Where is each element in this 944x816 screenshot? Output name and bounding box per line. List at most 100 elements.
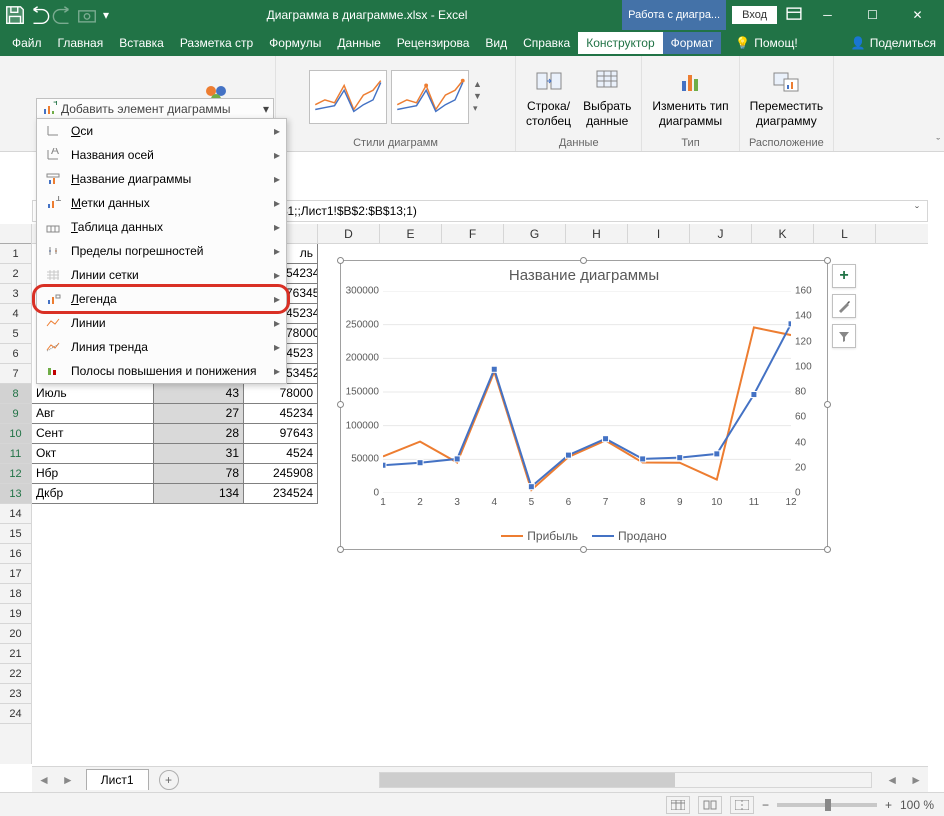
- chart-filter-icon[interactable]: [832, 324, 856, 348]
- sheet-nav-prev-icon[interactable]: ◄: [32, 773, 56, 787]
- menu-item-3[interactable]: 1Метки данных▸: [37, 191, 286, 215]
- menu-item-1[interactable]: AНазвания осей▸: [37, 143, 286, 167]
- row-header[interactable]: 14: [0, 504, 31, 524]
- tab-layout[interactable]: Разметка стр: [172, 32, 261, 54]
- cell[interactable]: 97643: [244, 424, 318, 444]
- save-icon[interactable]: [4, 4, 26, 26]
- share-button[interactable]: 👤 Поделиться: [843, 32, 944, 54]
- row-header[interactable]: 3: [0, 284, 31, 304]
- menu-item-7[interactable]: Легенда▸: [37, 287, 286, 311]
- zoom-slider[interactable]: [777, 803, 877, 807]
- row-header[interactable]: 23: [0, 684, 31, 704]
- plot-area[interactable]: 0500001000001500002000002500003000000204…: [383, 291, 791, 493]
- ribbon-display-icon[interactable]: [783, 4, 805, 26]
- row-header[interactable]: 1: [0, 244, 31, 264]
- col-header[interactable]: H: [566, 224, 628, 243]
- horizontal-scrollbar[interactable]: [379, 772, 873, 788]
- tab-home[interactable]: Главная: [50, 32, 112, 54]
- cell[interactable]: 4524: [244, 444, 318, 464]
- cell[interactable]: 234524: [244, 484, 318, 504]
- menu-item-4[interactable]: Таблица данных▸: [37, 215, 286, 239]
- menu-item-6[interactable]: Линии сетки▸: [37, 263, 286, 287]
- row-header[interactable]: 18: [0, 584, 31, 604]
- cell[interactable]: 78000: [282, 324, 318, 344]
- cell[interactable]: 43: [154, 384, 244, 404]
- add-sheet-icon[interactable]: +: [159, 770, 179, 790]
- row-header[interactable]: 9: [0, 404, 31, 424]
- row-header[interactable]: 5: [0, 324, 31, 344]
- qat-dropdown-icon[interactable]: ▾: [100, 4, 112, 26]
- cell[interactable]: 78000: [244, 384, 318, 404]
- col-header[interactable]: L: [814, 224, 876, 243]
- cell[interactable]: 4523: [282, 344, 318, 364]
- tab-review[interactable]: Рецензирова: [389, 32, 478, 54]
- zoom-level[interactable]: 100 %: [900, 798, 934, 812]
- cell[interactable]: 45234: [282, 304, 318, 324]
- sheet-nav-next-icon[interactable]: ►: [56, 773, 80, 787]
- zoom-in-icon[interactable]: +: [885, 798, 892, 812]
- tab-file[interactable]: Файл: [4, 32, 50, 54]
- row-header[interactable]: 19: [0, 604, 31, 624]
- move-chart-button[interactable]: Переместить диаграмму: [746, 63, 828, 130]
- row-header[interactable]: 8: [0, 384, 31, 404]
- cell[interactable]: 31: [154, 444, 244, 464]
- formula-input[interactable]: [188, 201, 907, 221]
- tell-me[interactable]: 💡 Помощ!: [727, 32, 805, 54]
- page-layout-view-icon[interactable]: [698, 796, 722, 814]
- style-thumb-2[interactable]: [391, 70, 469, 124]
- cell[interactable]: Нбр: [32, 464, 154, 484]
- close-button[interactable]: ✕: [895, 0, 940, 30]
- change-chart-type-button[interactable]: Изменить тип диаграммы: [648, 63, 732, 130]
- page-break-view-icon[interactable]: [730, 796, 754, 814]
- menu-item-9[interactable]: Линия тренда▸: [37, 335, 286, 359]
- row-header[interactable]: 10: [0, 424, 31, 444]
- row-header[interactable]: 12: [0, 464, 31, 484]
- row-header[interactable]: 13: [0, 484, 31, 504]
- tab-design[interactable]: Конструктор: [578, 32, 662, 54]
- tab-formulas[interactable]: Формулы: [261, 32, 329, 54]
- chart-elements-icon[interactable]: +: [832, 264, 856, 288]
- row-header[interactable]: 7: [0, 364, 31, 384]
- cell[interactable]: 27: [154, 404, 244, 424]
- scroll-left-icon[interactable]: ◄: [880, 773, 904, 787]
- row-header[interactable]: 21: [0, 644, 31, 664]
- col-header[interactable]: J: [690, 224, 752, 243]
- col-header[interactable]: I: [628, 224, 690, 243]
- tab-data[interactable]: Данные: [329, 32, 388, 54]
- tab-format[interactable]: Формат: [663, 32, 722, 54]
- camera-icon[interactable]: [76, 4, 98, 26]
- menu-item-10[interactable]: Полосы повышения и понижения▸: [37, 359, 286, 383]
- cell[interactable]: ль: [282, 244, 318, 264]
- add-chart-element-button[interactable]: + Добавить элемент диаграммы ▾: [36, 98, 274, 120]
- col-header[interactable]: E: [380, 224, 442, 243]
- cell[interactable]: 78: [154, 464, 244, 484]
- cell[interactable]: 28: [154, 424, 244, 444]
- switch-row-col-button[interactable]: Строка/ столбец: [522, 63, 575, 130]
- cell[interactable]: 245908: [244, 464, 318, 484]
- minimize-button[interactable]: ─: [805, 0, 850, 30]
- menu-item-5[interactable]: Пределы погрешностей▸: [37, 239, 286, 263]
- style-thumb-1[interactable]: [309, 70, 387, 124]
- embedded-chart[interactable]: Название диаграммы 050000100000150000200…: [340, 260, 828, 550]
- select-data-button[interactable]: Выбрать данные: [579, 63, 635, 130]
- cell[interactable]: Авг: [32, 404, 154, 424]
- maximize-button[interactable]: ☐: [850, 0, 895, 30]
- expand-formula-bar-icon[interactable]: ˇ: [907, 204, 927, 218]
- row-header[interactable]: 22: [0, 664, 31, 684]
- row-header[interactable]: 4: [0, 304, 31, 324]
- tab-help[interactable]: Справка: [515, 32, 578, 54]
- cell[interactable]: Июль: [32, 384, 154, 404]
- row-header[interactable]: 20: [0, 624, 31, 644]
- collapse-ribbon-icon[interactable]: ˇ: [936, 137, 940, 149]
- row-header[interactable]: 24: [0, 704, 31, 724]
- menu-item-8[interactable]: Линии▸: [37, 311, 286, 335]
- cell[interactable]: Дкбр: [32, 484, 154, 504]
- chart-legend[interactable]: Прибыль Продано: [341, 529, 827, 543]
- tab-view[interactable]: Вид: [477, 32, 515, 54]
- zoom-out-icon[interactable]: −: [762, 798, 769, 812]
- chart-title[interactable]: Название диаграммы: [341, 267, 827, 284]
- col-header[interactable]: D: [318, 224, 380, 243]
- row-header[interactable]: 2: [0, 264, 31, 284]
- row-header[interactable]: 15: [0, 524, 31, 544]
- normal-view-icon[interactable]: [666, 796, 690, 814]
